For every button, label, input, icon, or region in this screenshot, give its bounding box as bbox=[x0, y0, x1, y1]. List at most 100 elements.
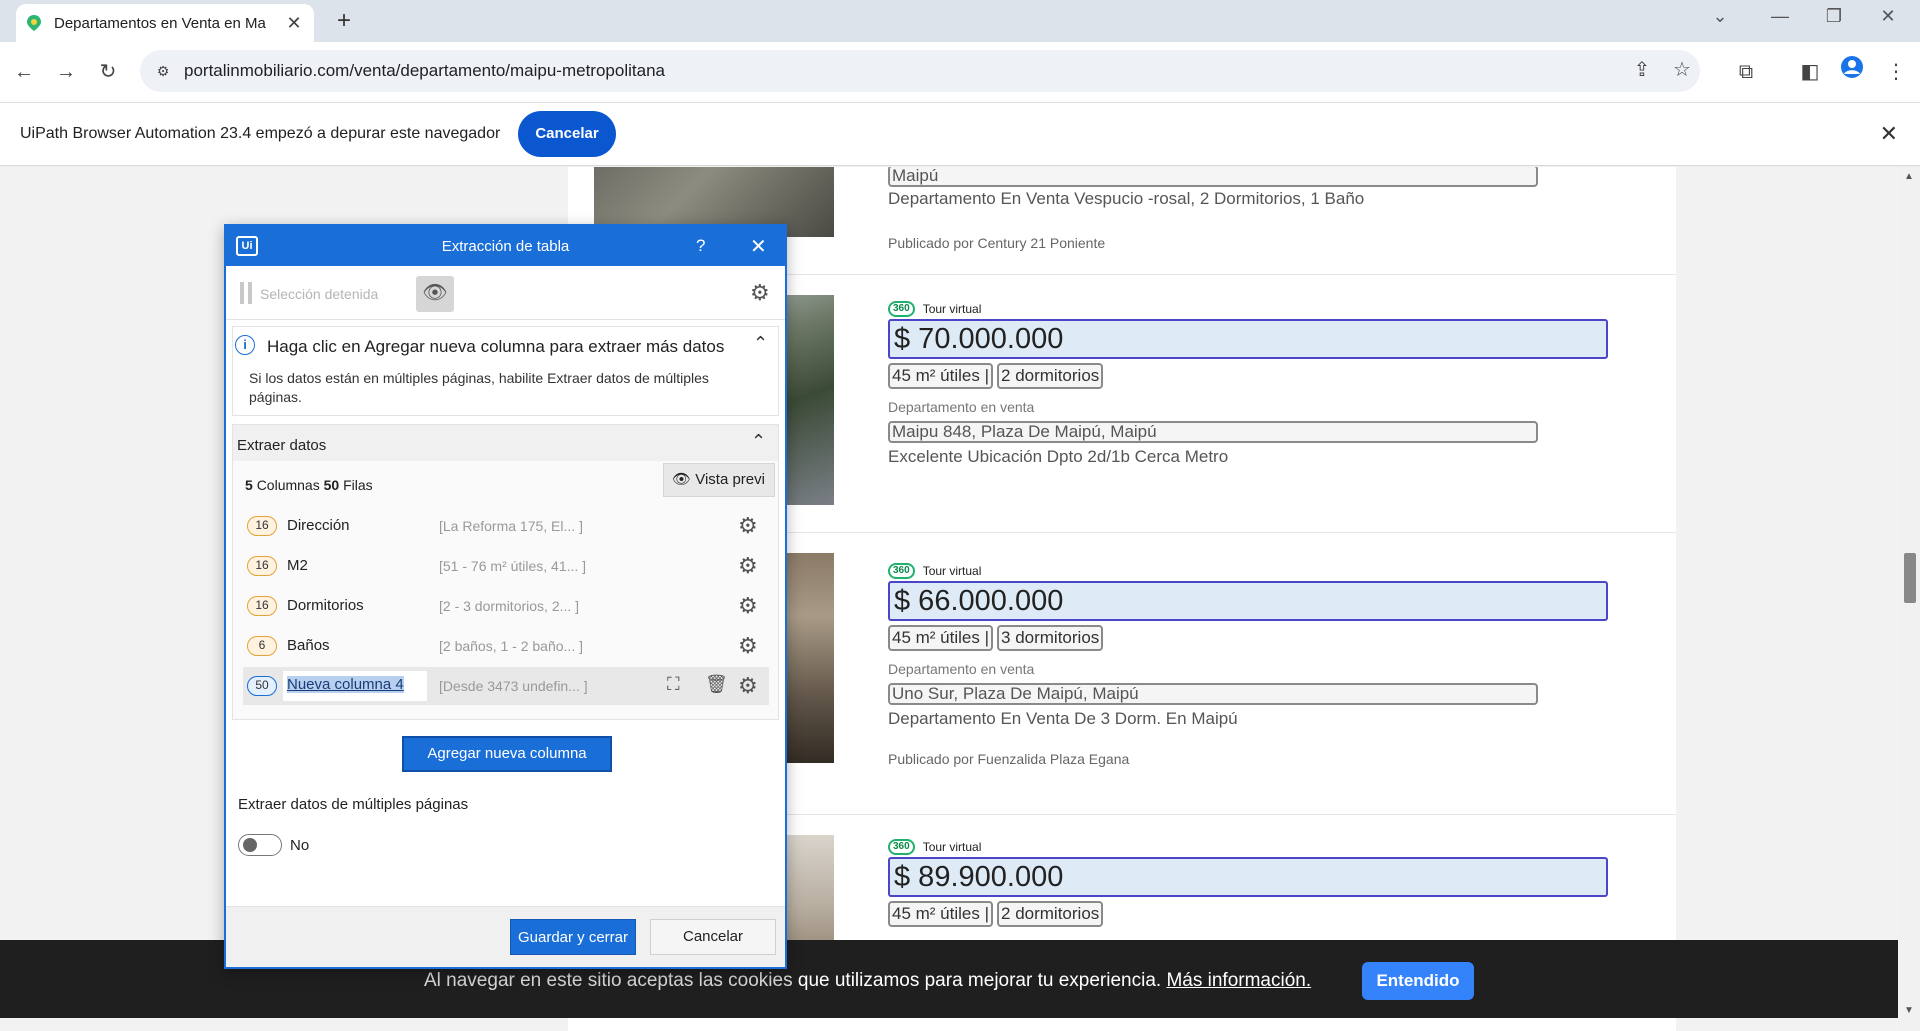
dialog-footer: Guardar y cerrar Cancelar bbox=[226, 906, 785, 967]
extract-data-panel: Extraer datos ⌃ 5 Columnas 50 Filas 👁 Vi… bbox=[232, 424, 779, 720]
listing-title[interactable]: Excelente Ubicación Dpto 2d/1b Cerca Met… bbox=[888, 447, 1228, 467]
column-row[interactable]: 16 M2 [51 - 76 m² útiles, 41... ] ⚙ bbox=[243, 547, 769, 585]
back-button[interactable]: ← bbox=[8, 56, 40, 88]
listing-price: $ 89.900.000 bbox=[888, 857, 1608, 897]
listing-type: Departamento en venta bbox=[888, 661, 1035, 677]
column-settings-gear-icon[interactable]: ⚙ bbox=[738, 673, 758, 699]
extract-data-header[interactable]: Extraer datos ⌃ bbox=[233, 425, 778, 461]
column-preview: [2 - 3 dormitorios, 2... ] bbox=[439, 598, 580, 614]
eye-icon: 👁 bbox=[672, 471, 696, 488]
settings-gear-icon[interactable]: ⚙ bbox=[750, 280, 770, 306]
cookie-text-bold: que utilizamos para mejorar tu experienc… bbox=[797, 970, 1162, 991]
pause-icon[interactable] bbox=[240, 282, 252, 304]
scroll-down-icon[interactable]: ▼ bbox=[1904, 1005, 1914, 1016]
selection-status: Selección detenida bbox=[260, 286, 379, 302]
column-name[interactable]: Dormitorios bbox=[287, 597, 364, 614]
column-row[interactable]: 6 Baños [2 baños, 1 - 2 baño... ] ⚙ bbox=[243, 627, 769, 665]
profile-avatar-icon[interactable] bbox=[1836, 56, 1868, 88]
menu-kebab-icon[interactable]: ⋮ bbox=[1880, 56, 1912, 88]
listing-rooms: 2 dormitorios bbox=[997, 363, 1104, 389]
cookie-accept-button[interactable]: Entendido bbox=[1362, 962, 1474, 1000]
edit-column-icon[interactable]: ⛶ bbox=[667, 674, 680, 695]
column-settings-gear-icon[interactable]: ⚙ bbox=[738, 513, 758, 539]
close-window-button[interactable]: ✕ bbox=[1868, 6, 1908, 27]
listing-attributes: 45 m² útiles | 3 dormitorios bbox=[888, 625, 1104, 651]
listing-price: $ 66.000.000 bbox=[888, 581, 1608, 621]
column-settings-gear-icon[interactable]: ⚙ bbox=[738, 553, 758, 579]
bookmark-star-icon[interactable]: ☆ bbox=[1666, 54, 1698, 86]
column-preview: [51 - 76 m² útiles, 41... ] bbox=[439, 558, 587, 574]
address-bar[interactable]: ⚙ portalinmobiliario.com/venta/departame… bbox=[140, 50, 1700, 92]
tab-close-icon[interactable]: ✕ bbox=[284, 13, 304, 34]
infobar-cancel-button[interactable]: Cancelar bbox=[518, 111, 616, 157]
browser-tab[interactable]: Departamentos en Venta en Ma ✕ bbox=[16, 4, 314, 42]
virtual-tour-label: Tour virtual bbox=[922, 840, 982, 854]
tour-360-icon: 360 bbox=[888, 301, 915, 317]
collapse-extract-chevron-up-icon[interactable]: ⌃ bbox=[751, 431, 766, 452]
tab-title: Departamentos en Venta en Ma bbox=[54, 14, 266, 32]
rows-count: 50 bbox=[323, 477, 340, 493]
dialog-titlebar[interactable]: Ui Extracción de tabla ? ✕ bbox=[226, 226, 785, 266]
listing-area: 45 m² útiles | bbox=[888, 363, 994, 389]
listing-publisher: Publicado por Century 21 Poniente bbox=[888, 235, 1106, 251]
column-preview: [La Reforma 175, El... ] bbox=[439, 518, 583, 534]
add-new-column-button[interactable]: Agregar nueva columna bbox=[402, 736, 612, 772]
column-name-selected-text[interactable]: Nueva columna 4 bbox=[287, 676, 404, 693]
share-icon[interactable]: ⇪ bbox=[1626, 54, 1658, 86]
column-settings-gear-icon[interactable]: ⚙ bbox=[738, 633, 758, 659]
info-hint-panel: i Haga clic en Agregar nueva columna par… bbox=[232, 326, 779, 416]
browser-toolbar: ← → ↻ ⚙ portalinmobiliario.com/venta/dep… bbox=[0, 42, 1920, 102]
highlight-toggle-eye-icon[interactable]: 👁 bbox=[416, 276, 454, 312]
dialog-cancel-button[interactable]: Cancelar bbox=[650, 919, 776, 955]
extensions-icon[interactable]: ⧉ bbox=[1730, 56, 1762, 88]
delete-column-trash-icon[interactable]: 🗑 bbox=[705, 674, 728, 695]
virtual-tour-badge: 360 Tour virtual bbox=[888, 301, 981, 317]
listing-type: Departamento en venta bbox=[888, 399, 1035, 415]
cookie-more-info-link[interactable]: Más información. bbox=[1166, 970, 1311, 991]
reload-button[interactable]: ↻ bbox=[92, 56, 124, 88]
dialog-close-icon[interactable]: ✕ bbox=[750, 234, 767, 259]
scrollbar-thumb[interactable] bbox=[1904, 553, 1916, 603]
column-name[interactable]: Baños bbox=[287, 637, 330, 654]
column-name-input[interactable]: Nueva columna 4 bbox=[283, 671, 427, 701]
virtual-tour-badge: 360 Tour virtual bbox=[888, 563, 981, 579]
url-text[interactable]: portalinmobiliario.com/venta/departament… bbox=[184, 61, 665, 81]
site-info-icon[interactable]: ⚙ bbox=[152, 63, 174, 80]
column-preview: [Desde 3473 undefin... ] bbox=[439, 678, 588, 694]
listing-price: $ 70.000.000 bbox=[888, 319, 1608, 359]
column-row[interactable]: 16 Dirección [La Reforma 175, El... ] ⚙ bbox=[243, 507, 769, 545]
listing-publisher: Publicado por Fuenzalida Plaza Egana bbox=[888, 751, 1130, 767]
tab-search-icon[interactable]: ⌄ bbox=[1700, 6, 1740, 27]
new-tab-button[interactable]: + bbox=[330, 8, 358, 36]
listing-area: 45 m² útiles | bbox=[888, 901, 994, 927]
collapse-hint-chevron-up-icon[interactable]: ⌃ bbox=[753, 333, 768, 354]
side-panel-icon[interactable]: ◧ bbox=[1794, 56, 1826, 88]
column-row[interactable]: 16 Dormitorios [2 - 3 dormitorios, 2... … bbox=[243, 587, 769, 625]
column-match-count: 6 bbox=[247, 636, 277, 656]
tab-bar: Departamentos en Venta en Ma ✕ + ⌄ — ❐ ✕ bbox=[0, 0, 1920, 42]
table-extraction-dialog: Ui Extracción de tabla ? ✕ Selección det… bbox=[224, 224, 787, 969]
listing-title[interactable]: Departamento En Venta Vespucio -rosal, 2… bbox=[888, 189, 1364, 209]
cookie-message: Al navegar en este sitio aceptas las coo… bbox=[424, 970, 1311, 992]
column-row-selected[interactable]: 50 Nueva columna 4 [Desde 3473 undefin..… bbox=[243, 667, 769, 705]
page-scrollbar[interactable]: ▲ ▼ bbox=[1900, 167, 1920, 1031]
save-and-close-button[interactable]: Guardar y cerrar bbox=[510, 919, 636, 955]
listing-area: 45 m² útiles | bbox=[888, 625, 994, 651]
infobar-message: UiPath Browser Automation 23.4 empezó a … bbox=[20, 125, 501, 142]
tour-360-icon: 360 bbox=[888, 839, 915, 855]
listing-address: Uno Sur, Plaza De Maipú, Maipú bbox=[888, 683, 1538, 705]
listing-title[interactable]: Departamento En Venta De 3 Dorm. En Maip… bbox=[888, 709, 1238, 729]
infobar-close-icon[interactable]: ✕ bbox=[1880, 121, 1898, 147]
listing-attributes: 45 m² útiles | 2 dormitorios bbox=[888, 363, 1104, 389]
minimize-button[interactable]: — bbox=[1760, 6, 1800, 27]
restore-button[interactable]: ❐ bbox=[1814, 6, 1854, 27]
column-name[interactable]: Dirección bbox=[287, 517, 350, 534]
forward-button[interactable]: → bbox=[50, 56, 82, 88]
help-icon[interactable]: ? bbox=[696, 236, 705, 256]
column-name[interactable]: M2 bbox=[287, 557, 308, 574]
columns-count: 5 bbox=[245, 477, 253, 493]
multi-page-toggle[interactable] bbox=[238, 834, 282, 856]
scroll-up-icon[interactable]: ▲ bbox=[1904, 171, 1914, 182]
preview-button[interactable]: 👁 Vista previ bbox=[663, 463, 775, 497]
column-settings-gear-icon[interactable]: ⚙ bbox=[738, 593, 758, 619]
